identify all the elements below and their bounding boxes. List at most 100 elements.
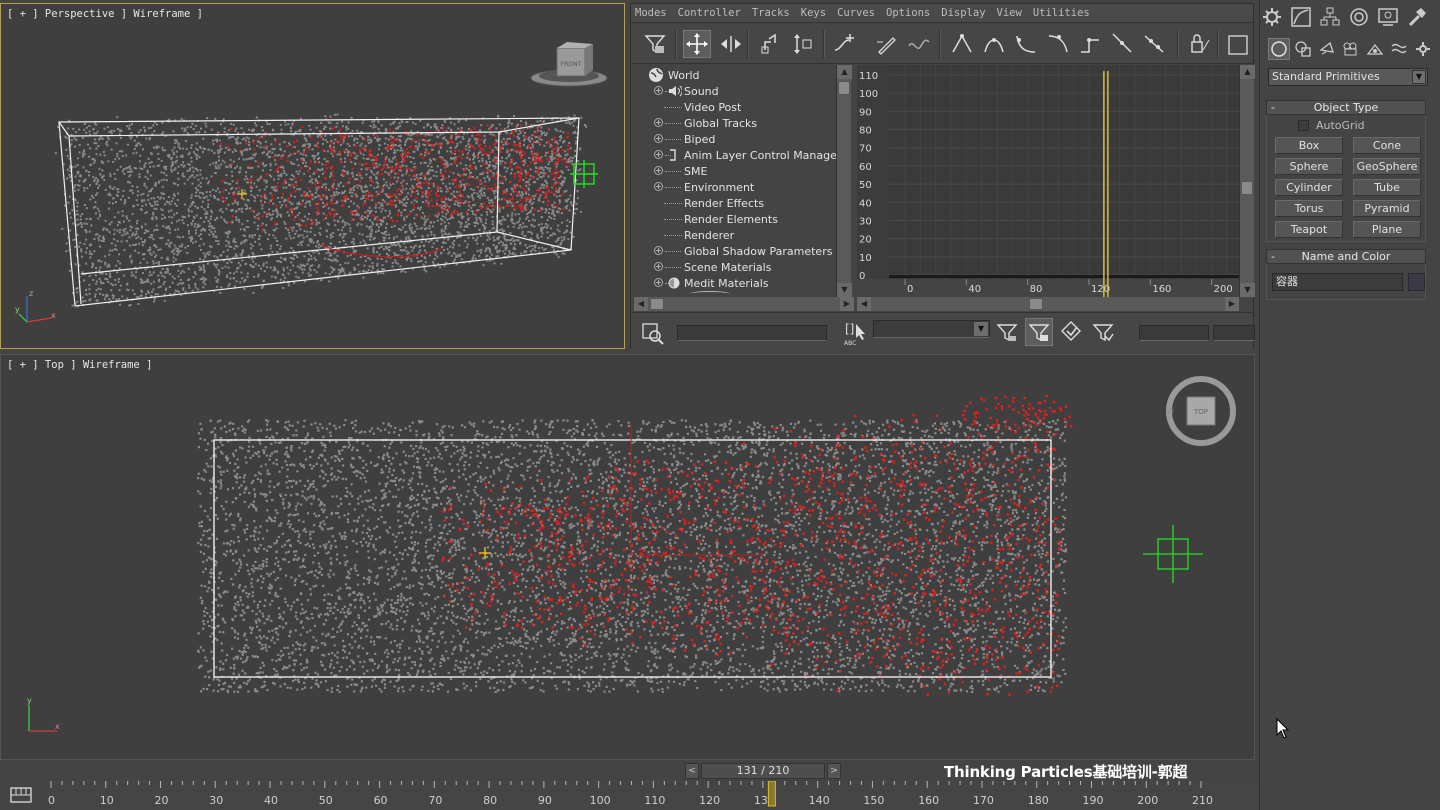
select-by-name-icon[interactable]: [] ABC [843, 319, 869, 347]
tree-item[interactable]: + Global Shadow Parameters [634, 243, 834, 259]
tree-item[interactable]: Renderer [634, 227, 834, 243]
filter-selected-icon[interactable] [1025, 318, 1053, 346]
motion-tab-icon[interactable] [1347, 5, 1371, 29]
primitive-button-pyramid[interactable]: Pyramid [1353, 200, 1421, 217]
next-frame-button[interactable]: > [827, 763, 841, 779]
space-warps-icon[interactable] [1388, 38, 1410, 60]
expand-plus-icon[interactable]: + [654, 262, 663, 271]
show-tangents-icon[interactable] [1223, 30, 1251, 58]
tangent-auto-icon[interactable] [949, 30, 977, 58]
tree-item[interactable]: Render Elements [634, 211, 834, 227]
scroll-left-icon[interactable]: ◀ [634, 297, 648, 311]
time-slider-readout[interactable]: 131 / 210 [701, 763, 825, 779]
perspective-viewport-label[interactable]: [ + ] Perspective ] Wireframe ] [7, 8, 203, 20]
tree-scroll-thumb[interactable] [838, 81, 850, 95]
cameras-icon[interactable] [1340, 38, 1362, 60]
scroll-up-icon[interactable]: ▲ [837, 65, 852, 79]
menu-options[interactable]: Options [886, 7, 930, 19]
lock-selection-icon[interactable] [1089, 318, 1117, 346]
draw-curves-icon[interactable] [873, 30, 901, 58]
lock-tangents-icon[interactable] [1187, 30, 1215, 58]
expand-plus-icon[interactable]: + [654, 182, 663, 191]
scale-values-icon[interactable] [789, 30, 817, 58]
curve-graph[interactable]: 110 100 90 80 70 60 50 40 30 20 10 0 0 40 80 120 160 200 [857, 65, 1239, 297]
primitive-button-torus[interactable]: Torus [1275, 200, 1343, 217]
tree-horizontal-scrollbar[interactable]: ◀ ▶ [634, 297, 854, 311]
expand-plus-icon[interactable]: + [654, 246, 663, 255]
menu-utilities[interactable]: Utilities [1033, 7, 1090, 19]
tangent-slow-icon[interactable] [1045, 30, 1073, 58]
tree-hscroll-thumb[interactable] [650, 298, 664, 310]
tangent-custom-icon[interactable] [981, 30, 1009, 58]
object-type-rollout-header[interactable]: - Object Type [1266, 100, 1426, 115]
tangent-linear-icon[interactable] [1109, 30, 1137, 58]
tree-item[interactable]: + Biped [634, 131, 834, 147]
move-keys-icon[interactable] [683, 30, 711, 58]
primitive-button-plane[interactable]: Plane [1353, 221, 1421, 238]
name-color-rollout-header[interactable]: - Name and Color [1266, 249, 1426, 264]
track-search-field[interactable] [677, 325, 827, 341]
tree-item[interactable]: + Sound [634, 83, 834, 99]
autogrid-checkbox-box[interactable] [1298, 120, 1309, 131]
curve-scroll-thumb[interactable] [1241, 181, 1253, 195]
tree-vertical-scrollbar[interactable]: ▲ ▼ [836, 65, 852, 297]
modify-tab-icon[interactable] [1289, 5, 1313, 29]
lights-icon[interactable] [1316, 38, 1338, 60]
expand-plus-icon[interactable]: + [654, 134, 663, 143]
tangent-fast-icon[interactable] [1013, 30, 1041, 58]
menu-view[interactable]: View [997, 7, 1022, 19]
curve-horizontal-scrollbar[interactable]: ◀ ▶ [857, 297, 1239, 311]
tree-item[interactable]: Video Post [634, 99, 834, 115]
primitive-button-geosphere[interactable]: GeoSphere [1353, 158, 1421, 175]
key-selection-dropdown[interactable]: ▼ [873, 320, 990, 338]
prev-frame-button[interactable]: < [685, 763, 699, 779]
menu-curves[interactable]: Curves [837, 7, 875, 19]
top-viewport-label[interactable]: [ + ] Top ] Wireframe ] [7, 359, 152, 371]
helpers-icon[interactable] [1364, 38, 1386, 60]
menu-keys[interactable]: Keys [801, 7, 826, 19]
viewcube-front[interactable]: FRONT [529, 40, 609, 90]
filters-icon[interactable] [641, 30, 669, 58]
tree-item[interactable]: World [634, 67, 834, 83]
utilities-tab-hammer-icon[interactable] [1405, 5, 1429, 29]
zoom-selected-icon[interactable] [641, 321, 665, 345]
scroll-left-icon[interactable]: ◀ [857, 297, 871, 311]
scale-keys-icon[interactable] [757, 30, 785, 58]
menu-modes[interactable]: Modes [635, 7, 667, 19]
controller-tree[interactable]: World + Sound Video Post + Global Tracks + Bipe… [634, 65, 852, 297]
scroll-up-icon[interactable]: ▲ [1240, 65, 1255, 79]
scroll-down-icon[interactable]: ▼ [837, 283, 852, 297]
menu-display[interactable]: Display [941, 7, 985, 19]
top-viewport[interactable]: [ + ] Top ] Wireframe ] TOP W y x [0, 354, 1255, 760]
tree-item[interactable]: + Scene Materials [634, 259, 834, 275]
object-name-input[interactable]: 容器 [1272, 273, 1403, 291]
collapse-minus-icon[interactable]: - [1271, 101, 1275, 114]
curve-vertical-scrollbar[interactable]: ▲ ▼ [1239, 65, 1255, 297]
scroll-down-icon[interactable]: ▼ [1240, 283, 1255, 297]
expand-plus-icon[interactable]: + [654, 166, 663, 175]
isolate-icon[interactable] [1057, 318, 1085, 346]
primitive-category-dropdown[interactable]: Standard Primitives ▼ [1268, 68, 1428, 86]
tree-item[interactable]: + Medit Materials [634, 275, 834, 291]
primitive-button-teapot[interactable]: Teapot [1275, 221, 1343, 238]
curve-hscroll-thumb[interactable] [1029, 298, 1043, 310]
menu-controller[interactable]: Controller [678, 7, 741, 19]
shapes-icon[interactable] [1292, 38, 1314, 60]
viewcube-top[interactable]: TOP W [1161, 375, 1241, 447]
time-slider[interactable]: < 131 / 210 > [685, 763, 842, 779]
object-color-swatch[interactable] [1408, 273, 1425, 291]
chevron-down-icon[interactable]: ▼ [1412, 70, 1426, 84]
primitive-button-tube[interactable]: Tube [1353, 179, 1421, 196]
collapse-minus-icon[interactable]: - [1271, 250, 1275, 263]
timeline-config-icon[interactable] [10, 786, 32, 804]
hierarchy-tab-icon[interactable] [1318, 5, 1342, 29]
expand-plus-icon[interactable]: + [654, 86, 663, 95]
tangent-smooth-icon[interactable] [1141, 30, 1169, 58]
scroll-right-icon[interactable]: ▶ [1225, 297, 1239, 311]
primitive-button-box[interactable]: Box [1275, 137, 1343, 154]
tree-item[interactable]: + Environment [634, 179, 834, 195]
perspective-viewport[interactable]: [ + ] Perspective ] Wireframe ] FRONT z … [0, 3, 625, 349]
expand-plus-icon[interactable]: + [654, 278, 663, 287]
tree-item[interactable]: Render Effects [634, 195, 834, 211]
primitive-button-cone[interactable]: Cone [1353, 137, 1421, 154]
